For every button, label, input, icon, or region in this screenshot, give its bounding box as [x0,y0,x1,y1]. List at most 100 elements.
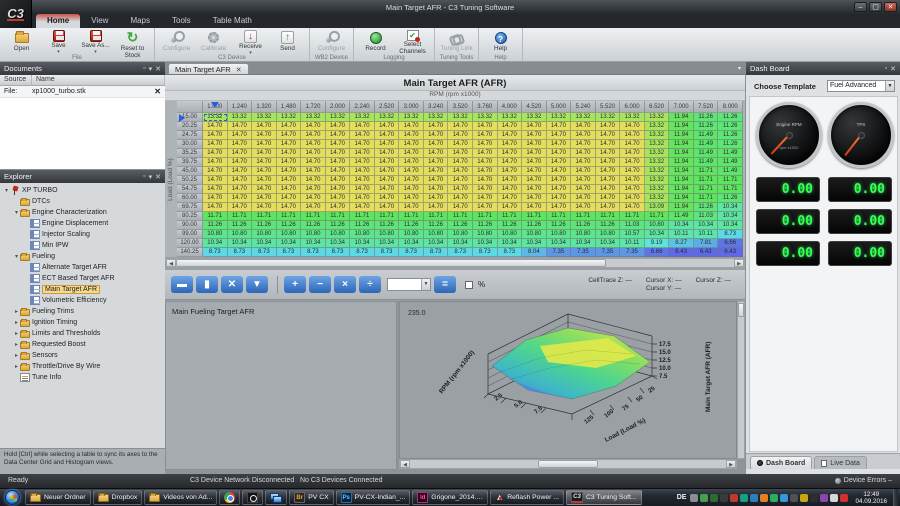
row-header[interactable]: 140.25 [177,248,203,257]
table-cell[interactable]: 11.71 [301,212,326,221]
table-cell[interactable]: 14.70 [473,167,498,176]
table-cell[interactable]: 14.70 [228,185,253,194]
table-cell[interactable]: 8.73 [228,248,253,257]
table-cell[interactable]: 11.26 [694,203,719,212]
table-cell[interactable]: 13.32 [596,113,621,122]
tab-live-data[interactable]: Live Data [814,456,867,469]
table-cell[interactable]: 14.70 [498,122,523,131]
taskbar-item-dark-app[interactable] [242,490,263,505]
table-cell[interactable]: 10.34 [718,221,743,230]
column-header[interactable]: 7.000 [669,101,694,113]
remove-document-icon[interactable]: ✕ [154,87,161,96]
row-header[interactable]: 80.25 [177,212,203,221]
table-cell[interactable]: 11.26 [301,221,326,230]
table-cell[interactable]: 8.73 [203,248,228,257]
table-cell[interactable]: 11.71 [718,176,743,185]
table-cell[interactable]: 14.70 [498,185,523,194]
table-cell[interactable]: 14.70 [326,122,351,131]
table-cell[interactable]: 14.70 [326,194,351,203]
table-cell[interactable]: 14.70 [473,131,498,140]
table-cell[interactable]: 14.70 [326,203,351,212]
column-header[interactable]: 3.240 [424,101,449,113]
table-cell[interactable]: 14.70 [399,149,424,158]
table-cell[interactable]: 14.70 [571,149,596,158]
table-cell[interactable]: 14.70 [424,185,449,194]
table-cell[interactable]: 9.19 [645,239,670,248]
dock-icon[interactable]: ▫ [143,65,145,73]
table-cell[interactable]: 10.80 [277,230,302,239]
table-cell[interactable]: 14.70 [252,194,277,203]
expand-right-icon[interactable]: ▸ [13,308,20,315]
table-cell[interactable]: 14.70 [326,176,351,185]
table-cell[interactable]: 14.70 [522,176,547,185]
table-cell[interactable]: 14.70 [326,185,351,194]
tray-icon-7[interactable] [750,494,758,502]
table-cell[interactable]: 10.34 [547,239,572,248]
document-row[interactable]: File:xp1000_turbo.stk✕ [0,86,165,98]
row-header[interactable]: 35.25 [177,149,203,158]
table-cell[interactable]: 14.70 [399,176,424,185]
column-header[interactable]: 2.240 [350,101,375,113]
table-cell[interactable]: 11.26 [448,221,473,230]
table-cell[interactable]: 10.80 [645,221,670,230]
table-cell[interactable]: 7.35 [547,248,572,257]
table-cell[interactable]: 14.70 [252,185,277,194]
table-cell[interactable]: 13.32 [375,113,400,122]
plot-horizontal-scrollbar[interactable]: ◀ ▶ [399,459,737,469]
table-cell[interactable]: 13.32 [424,113,449,122]
table-cell[interactable]: 14.70 [252,158,277,167]
column-header[interactable]: 1.720 [301,101,326,113]
table-cell[interactable]: 14.70 [498,167,523,176]
table-cell[interactable]: 11.26 [399,221,424,230]
table-cell[interactable]: 11.03 [620,221,645,230]
table-cell[interactable]: 14.70 [375,158,400,167]
table-cell[interactable]: 14.70 [547,149,572,158]
column-header[interactable]: 1.240 [228,101,253,113]
table-cell[interactable]: 14.70 [228,167,253,176]
table-cell[interactable]: 8.73 [326,248,351,257]
table-cell[interactable]: 14.70 [571,185,596,194]
table-cell[interactable]: 14.70 [326,140,351,149]
taskbar-item-videos-von-ad-[interactable]: Videos von Ad... [144,490,217,505]
table-cell[interactable]: 11.26 [522,221,547,230]
column-header[interactable]: 5.000 [547,101,572,113]
table-cell[interactable]: 14.70 [522,131,547,140]
table-cell[interactable]: 11.71 [694,185,719,194]
dock-icon[interactable]: ▫ [885,65,887,73]
table-cell[interactable]: 14.70 [620,203,645,212]
table-cell[interactable]: 10.80 [326,230,351,239]
table-cell[interactable]: 14.70 [547,194,572,203]
tree-item-tune-info[interactable]: Tune Info [0,372,165,383]
table-cell[interactable]: 14.70 [473,149,498,158]
table-cell[interactable]: 14.70 [424,203,449,212]
table-cell[interactable]: 10.34 [694,221,719,230]
table-cell[interactable]: 11.49 [718,167,743,176]
table-cell[interactable]: 14.70 [399,185,424,194]
table-cell[interactable]: 14.70 [424,194,449,203]
table-cell[interactable]: 14.70 [547,140,572,149]
table-cell[interactable]: 13.32 [645,122,670,131]
scroll-right-icon[interactable]: ▶ [734,259,744,267]
table-cell[interactable]: 11.26 [498,221,523,230]
tree-item-fueling-trims[interactable]: ▸Fueling Trims [0,306,165,317]
table-cell[interactable]: 11.49 [694,140,719,149]
table-cell[interactable]: 11.71 [399,212,424,221]
table-cell[interactable]: 14.70 [203,176,228,185]
table-cell[interactable]: 14.70 [350,167,375,176]
table-cell[interactable]: 10.34 [718,203,743,212]
table-cell[interactable]: 10.34 [448,239,473,248]
tray-icon-15[interactable] [830,494,838,502]
table-cell[interactable]: 14.70 [301,194,326,203]
table-cell[interactable]: 10.34 [645,230,670,239]
add-button[interactable]: + [284,276,306,293]
taskbar-item-pv-cx[interactable]: BrPV CX [289,490,333,505]
save-button[interactable]: Save▾ [40,29,77,53]
table-cell[interactable]: 11.94 [669,131,694,140]
row-header[interactable]: 50.25 [177,176,203,185]
table-cell[interactable]: 13.32 [645,140,670,149]
tree-item-main-target-afr[interactable]: Main Target AFR [0,284,165,295]
expand-right-icon[interactable]: ▸ [13,319,20,326]
table-cell[interactable]: 14.70 [301,122,326,131]
table-cell[interactable]: 14.70 [498,140,523,149]
table-cell[interactable]: 11.26 [596,221,621,230]
